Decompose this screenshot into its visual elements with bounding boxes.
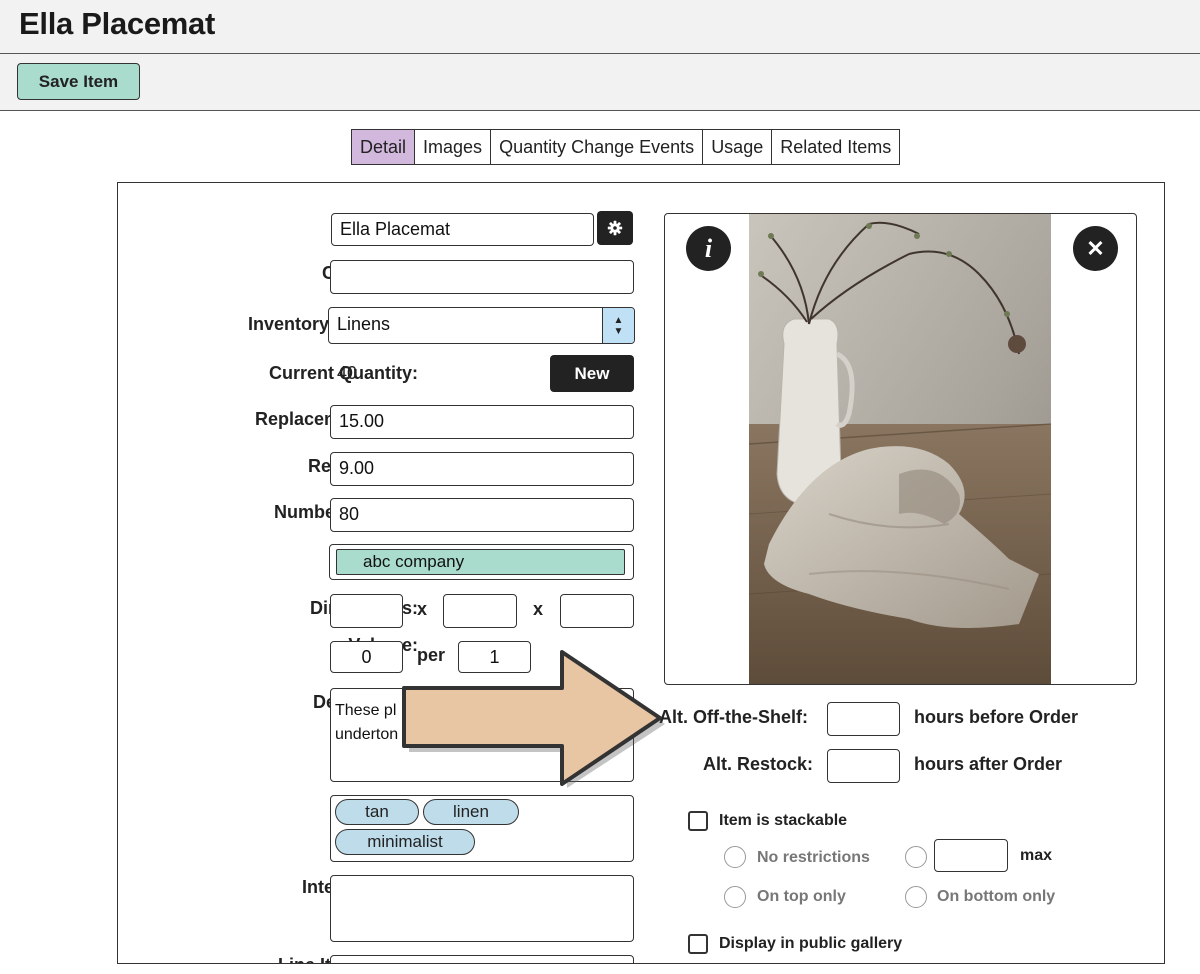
on-top-only-label: On top only xyxy=(757,888,846,905)
tag-chip[interactable]: tan xyxy=(335,799,419,825)
alt-off-shelf-label: Alt. Off-the-Shelf: xyxy=(659,707,808,727)
public-gallery-checkbox[interactable] xyxy=(688,934,708,954)
custom-id-input[interactable] xyxy=(330,260,634,294)
number-of-uses-input[interactable]: 80 xyxy=(330,498,634,532)
public-gallery-label: Display in public gallery xyxy=(719,935,903,952)
tag-chip[interactable]: minimalist xyxy=(335,829,475,855)
description-line: These pl xyxy=(335,702,397,719)
name-settings-button[interactable] xyxy=(597,211,633,245)
replacement-cost-input[interactable]: 15.00 xyxy=(330,405,634,439)
current-quantity-value: 40 xyxy=(337,363,358,383)
no-restrictions-label: No restrictions xyxy=(757,849,870,866)
dimension-separator: x xyxy=(533,599,544,619)
stackable-checkbox[interactable] xyxy=(688,811,708,831)
description-line: underton xyxy=(335,726,399,743)
current-quantity-label: Current Quantity: xyxy=(268,363,418,383)
tag-chip[interactable]: linen xyxy=(423,799,519,825)
select-arrows-icon: ▲ ▼ xyxy=(602,308,634,343)
toolbar: Save Item xyxy=(0,54,1200,111)
item-image-card: i ✕ xyxy=(664,213,1137,685)
stack-max-input[interactable] xyxy=(934,839,1008,872)
inventory-category-value: Linens xyxy=(337,314,391,334)
origin-field[interactable]: abc company xyxy=(329,544,634,580)
dimension-separator: x xyxy=(417,599,428,619)
tab-usage[interactable]: Usage xyxy=(703,130,773,164)
image-info-button[interactable]: i xyxy=(686,226,731,271)
line-item-notes-textarea[interactable] xyxy=(330,955,634,963)
tab-detail[interactable]: Detail xyxy=(352,130,416,164)
item-tags-field[interactable]: tan linen minimalist xyxy=(330,795,634,862)
dimension-length-input[interactable] xyxy=(330,594,403,628)
on-top-only-radio[interactable] xyxy=(724,886,746,908)
page-title: Ella Placemat xyxy=(19,6,215,41)
item-photo xyxy=(749,214,1051,684)
alt-restock-label: Alt. Restock: xyxy=(703,754,814,774)
info-icon: i xyxy=(704,233,713,263)
alt-off-shelf-suffix: hours before Order xyxy=(914,707,1079,727)
tab-related-items[interactable]: Related Items xyxy=(772,130,900,164)
alt-restock-suffix: hours after Order xyxy=(914,754,1063,774)
new-quantity-button[interactable]: New xyxy=(550,355,634,392)
tab-quantity-change-events[interactable]: Quantity Change Events xyxy=(491,130,704,164)
stackable-label: Item is stackable xyxy=(719,812,848,829)
rental-price-input[interactable]: 9.00 xyxy=(330,452,634,486)
max-radio[interactable] xyxy=(905,846,927,868)
origin-chip[interactable]: abc company xyxy=(336,549,625,575)
dimension-width-input[interactable] xyxy=(443,594,517,628)
internal-note-textarea[interactable] xyxy=(330,875,634,942)
name-input[interactable]: Ella Placemat xyxy=(331,213,594,246)
save-item-button[interactable]: Save Item xyxy=(17,63,140,100)
image-remove-button[interactable]: ✕ xyxy=(1073,226,1118,271)
gear-icon xyxy=(607,220,623,236)
alt-restock-input[interactable] xyxy=(827,749,900,783)
max-label: max xyxy=(1020,847,1053,864)
no-restrictions-radio[interactable] xyxy=(724,846,746,868)
alt-off-shelf-input[interactable] xyxy=(827,702,900,736)
detail-panel: Name: Ella Placemat Custom ID: Inventory… xyxy=(117,182,1165,964)
callout-arrow-icon xyxy=(402,650,665,788)
tab-images[interactable]: Images xyxy=(415,130,492,164)
on-bottom-only-label: On bottom only xyxy=(937,888,1056,905)
on-bottom-only-radio[interactable] xyxy=(905,886,927,908)
title-bar: Ella Placemat xyxy=(0,0,1200,54)
inventory-category-select[interactable]: Linens ▲ ▼ xyxy=(328,307,635,344)
volume-input[interactable]: 0 xyxy=(330,641,403,673)
close-icon: ✕ xyxy=(1086,235,1105,261)
tab-bar: Detail Images Quantity Change Events Usa… xyxy=(351,129,901,165)
dimension-height-input[interactable] xyxy=(560,594,634,628)
